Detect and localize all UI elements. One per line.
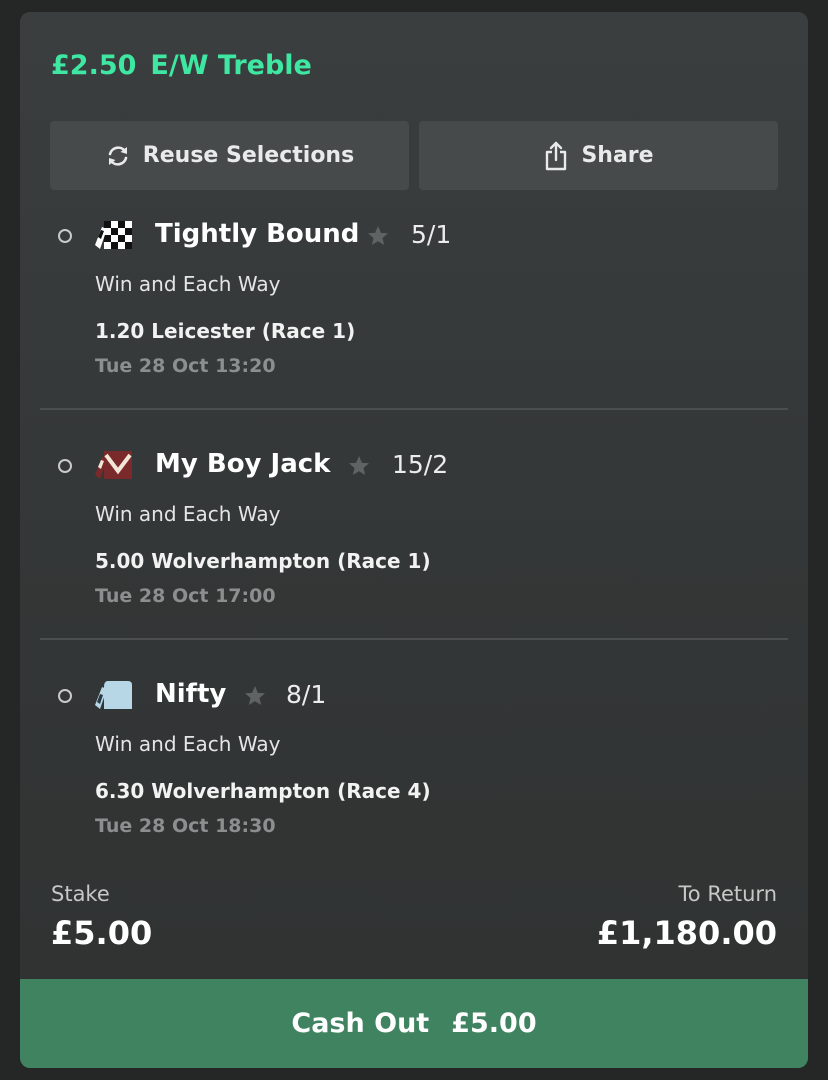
- favourite-star-icon[interactable]: [366, 224, 390, 248]
- race-time: Tue 28 Oct 18:30: [95, 815, 276, 837]
- race-name: 5.00 Wolverhampton (Race 1): [95, 549, 431, 573]
- odds: 5/1: [411, 220, 452, 249]
- horse-name: Nifty: [155, 679, 227, 709]
- bet-card: £2.50 E/W Treble Reuse Selections Share: [20, 12, 808, 1068]
- race-time: Tue 28 Oct 13:20: [95, 355, 276, 377]
- stake-value: £5.00: [51, 914, 153, 952]
- cash-out-button[interactable]: Cash Out £5.00: [20, 979, 808, 1068]
- horse-name: My Boy Jack: [155, 449, 331, 479]
- reuse-selections-label: Reuse Selections: [142, 143, 355, 168]
- cash-out-amount: £5.00: [451, 1008, 537, 1039]
- market-type: Win and Each Way: [95, 272, 281, 296]
- share-button[interactable]: Share: [419, 121, 778, 190]
- race-time: Tue 28 Oct 17:00: [95, 585, 276, 607]
- market-type: Win and Each Way: [95, 502, 281, 526]
- checkered-silk-icon: [95, 221, 132, 249]
- odds: 8/1: [286, 680, 327, 709]
- race-name: 6.30 Wolverhampton (Race 4): [95, 779, 431, 803]
- share-icon: [546, 141, 567, 170]
- cash-out-label: Cash Out: [291, 1008, 430, 1039]
- bet-header: £2.50 E/W Treble: [51, 50, 312, 81]
- share-label: Share: [581, 143, 654, 168]
- bet-stake: £2.50: [51, 50, 137, 81]
- divider: [40, 408, 788, 410]
- favourite-star-icon[interactable]: [347, 454, 371, 478]
- favourite-star-icon[interactable]: [243, 684, 267, 708]
- market-type: Win and Each Way: [95, 732, 281, 756]
- stake-label: Stake: [51, 882, 110, 906]
- selection-status-dot: [58, 689, 72, 703]
- refresh-icon: [108, 145, 128, 166]
- horse-name: Tightly Bound: [155, 219, 360, 249]
- divider: [40, 638, 788, 640]
- maroon-chevron-silk-icon: [95, 451, 132, 479]
- to-return-value: £1,180.00: [596, 914, 777, 952]
- odds: 15/2: [392, 450, 449, 479]
- reuse-selections-button[interactable]: Reuse Selections: [50, 121, 409, 190]
- selection-status-dot: [58, 229, 72, 243]
- to-return-label: To Return: [678, 882, 777, 906]
- race-name: 1.20 Leicester (Race 1): [95, 319, 356, 343]
- bet-type: E/W Treble: [150, 50, 312, 81]
- selection-status-dot: [58, 459, 72, 473]
- light-blue-silk-icon: [95, 681, 132, 709]
